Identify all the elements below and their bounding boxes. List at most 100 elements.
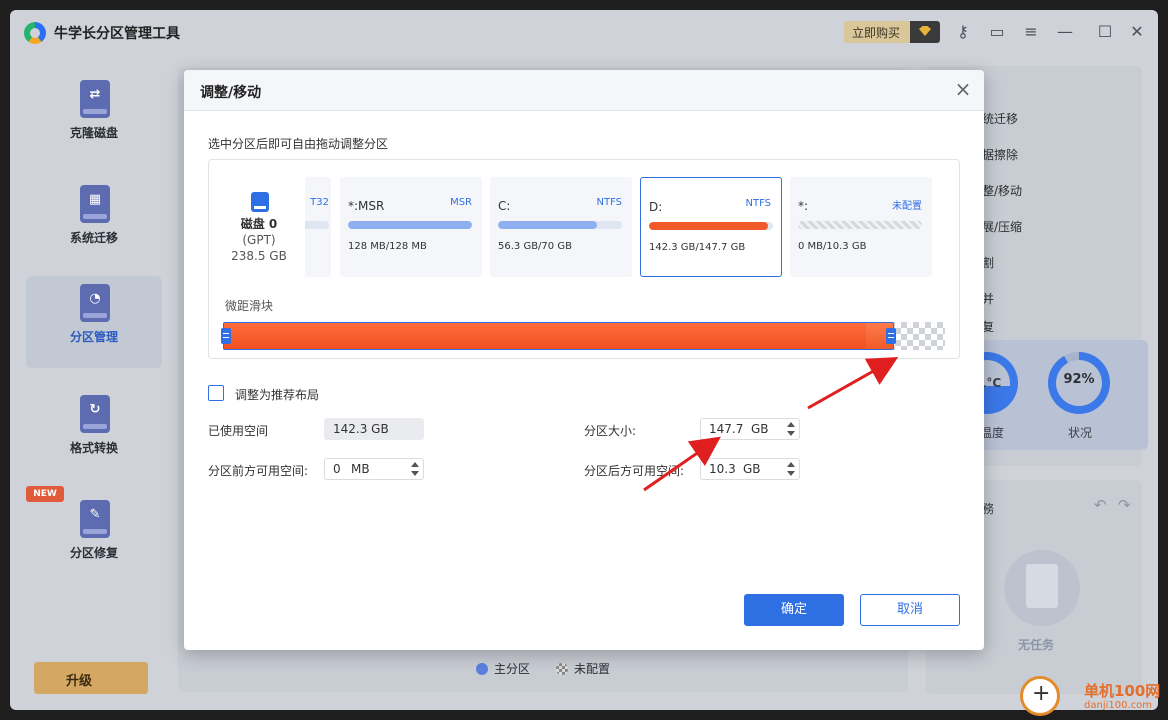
close-icon[interactable]: ✕: [1126, 22, 1148, 42]
confirm-button[interactable]: 确定: [744, 594, 844, 626]
sidebar-item-partition-manage[interactable]: ◔ 分区管理: [26, 276, 162, 368]
partition-fs: NTFS: [596, 197, 622, 208]
sidebar-item-label: 分区修复: [69, 546, 118, 560]
partition-icon: ◔: [80, 284, 110, 322]
rp-item[interactable]: 统迁移: [982, 110, 1018, 127]
key-icon[interactable]: ⚷: [952, 22, 974, 42]
sidebar-item-label: 克隆磁盘: [69, 126, 118, 140]
slider-label: 微距滑块: [225, 299, 274, 313]
disk-type: (GPT): [242, 233, 276, 247]
menu-icon[interactable]: ≡: [1020, 22, 1042, 42]
legend-unallocated-label: 未配置: [574, 662, 611, 676]
minimize-icon[interactable]: —: [1054, 22, 1076, 42]
partition-usage-fill: [348, 221, 472, 229]
left-resize-handle[interactable]: [221, 328, 231, 344]
after-stepper-icon[interactable]: [787, 462, 795, 476]
sidebar-item-format-convert[interactable]: ↻ 格式转换: [26, 387, 162, 479]
sidebar-item-label: 系统迁移: [69, 231, 118, 245]
system-migrate-glyph: ▦: [88, 192, 102, 207]
partition-card-d[interactable]: D: NTFS 142.3 GB/147.7 GB: [640, 177, 782, 277]
no-task-label: 无任务: [1018, 638, 1055, 652]
recommend-layout-label: 调整为推荐布局: [235, 388, 320, 402]
convert-icon: ↻: [80, 395, 110, 433]
rp-item[interactable]: 据擦除: [982, 146, 1018, 163]
clone-disk-icon: ⇄: [80, 80, 110, 118]
partition-glyph: ◔: [89, 291, 101, 306]
partition-size-value: 147.7: [709, 422, 744, 436]
close-icon[interactable]: ×: [952, 78, 974, 100]
legend-primary-label: 主分区: [494, 662, 531, 676]
partition-size-unit: GB: [751, 422, 769, 436]
health-value: 92%: [1063, 372, 1095, 387]
partition-name: *:: [798, 199, 809, 213]
legend-primary: 主分区: [476, 660, 530, 677]
title-bar: 牛学长分区管理工具 立即购买 ⚷ ▭ ≡ — ☐ ✕: [10, 10, 1158, 54]
watermark-logo-icon: [1020, 676, 1060, 716]
new-badge: NEW: [26, 486, 64, 502]
disk-icon: [251, 192, 269, 212]
sidebar-item-clone-disk[interactable]: ⇄ 克隆磁盘: [26, 72, 162, 164]
feedback-icon[interactable]: ▭: [986, 22, 1008, 42]
disk-size: 238.5 GB: [231, 249, 287, 263]
used-space-field: 142.3 GB: [324, 418, 424, 440]
clipboard-icon: [1004, 550, 1080, 626]
partition-usage-bar: [649, 222, 773, 230]
dialog-header: 调整/移动 ×: [184, 70, 984, 111]
disk-status-box: 1°C 温度 92% 状况: [956, 340, 1148, 450]
space-after-label: 分区后方可用空间:: [584, 464, 685, 478]
partition-usage-bar: [348, 221, 472, 229]
primary-dot-icon: [476, 663, 488, 675]
repair-glyph: ✎: [89, 507, 101, 522]
sidebar-item-system-migrate[interactable]: ▦ 系统迁移: [26, 177, 162, 269]
space-before-value: 0: [333, 462, 341, 476]
right-resize-handle[interactable]: [886, 328, 896, 344]
upgrade-button[interactable]: 升级: [34, 662, 148, 694]
partition-card-unallocated[interactable]: *: 未配置 0 MB/10.3 GB: [790, 177, 932, 277]
partition-size: 56.3 GB/70 GB: [498, 241, 572, 252]
before-stepper-icon[interactable]: [411, 462, 419, 476]
undo-icon[interactable]: ↶: [1094, 496, 1107, 514]
used-space-fill: [224, 323, 866, 349]
size-stepper-icon[interactable]: [787, 422, 795, 436]
partition-card-c[interactable]: C: NTFS 56.3 GB/70 GB: [490, 177, 632, 277]
unallocated-dot-icon: [556, 663, 568, 675]
space-after-value: 10.3: [709, 462, 736, 476]
dialog-title: 调整/移动: [200, 85, 262, 101]
space-before-input[interactable]: 0 MB: [324, 458, 424, 480]
partition-usage-fill: [498, 221, 598, 229]
buy-now-label: 立即购买: [852, 26, 901, 40]
used-space-label: 已使用空间: [208, 424, 269, 438]
partition-card-efi[interactable]: T32: [305, 177, 331, 277]
watermark-text: 单机100网: [1084, 682, 1161, 700]
partition-usage-bar: [305, 221, 329, 229]
rp-item[interactable]: 展/压缩: [982, 218, 1022, 235]
partition-size-label: 分区大小:: [584, 424, 637, 438]
space-after-unit: GB: [743, 462, 761, 476]
space-before-label: 分区前方可用空间:: [208, 464, 309, 478]
partition-size-input[interactable]: 147.7 GB: [700, 418, 800, 440]
recommend-layout-checkbox[interactable]: [208, 385, 224, 401]
dialog-hint: 选中分区后即可自由拖动调整分区: [208, 137, 389, 151]
app-title: 牛学长分区管理工具: [54, 26, 180, 42]
sidebar-item-label: 格式转换: [69, 441, 118, 455]
convert-glyph: ↻: [89, 402, 101, 417]
space-after-input[interactable]: 10.3 GB: [700, 458, 800, 480]
sidebar-item-partition-repair[interactable]: ✎ 分区修复: [26, 492, 162, 584]
maximize-icon[interactable]: ☐: [1094, 22, 1116, 42]
used-space-value: 142.3 GB: [333, 422, 389, 436]
system-migrate-icon: ▦: [80, 185, 110, 223]
buy-now-button[interactable]: 立即购买: [844, 21, 940, 43]
partition-size: 0 MB/10.3 GB: [798, 241, 867, 252]
partition-slider-fill[interactable]: [223, 322, 894, 350]
redo-icon[interactable]: ↷: [1118, 496, 1131, 514]
space-before-unit: MB: [351, 462, 370, 476]
disk-name: 磁盘 0: [240, 217, 278, 231]
repair-icon: ✎: [80, 500, 110, 538]
cancel-button[interactable]: 取消: [860, 594, 960, 626]
partition-usage-fill: [649, 222, 769, 230]
rp-item[interactable]: 整/移动: [982, 182, 1022, 199]
resize-slider[interactable]: [221, 322, 945, 350]
health-label: 状况: [1068, 426, 1093, 440]
partition-fs: 未配置: [892, 201, 922, 212]
partition-card-msr[interactable]: *:MSR MSR 128 MB/128 MB: [340, 177, 482, 277]
